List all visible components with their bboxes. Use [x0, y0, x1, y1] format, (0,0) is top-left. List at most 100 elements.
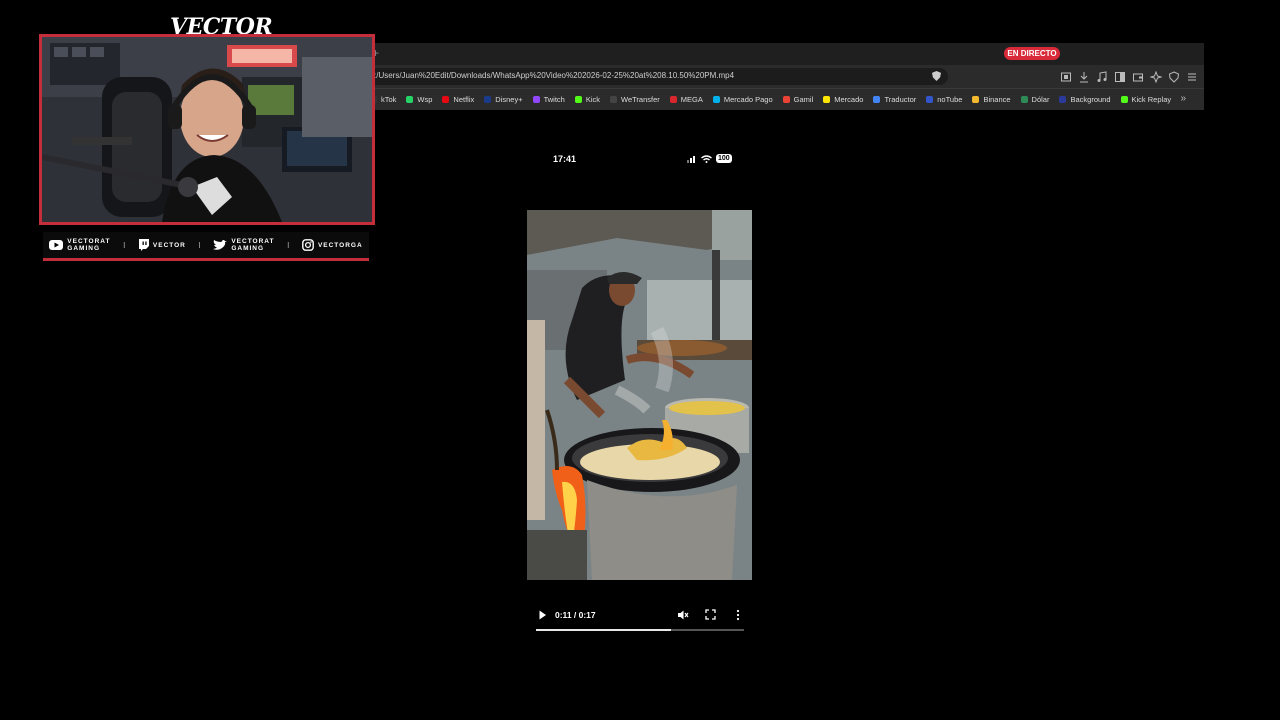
- bookmark-item[interactable]: noTube: [926, 95, 962, 104]
- bookmark-favicon-icon: [873, 96, 881, 103]
- instagram-icon: [302, 239, 314, 251]
- bookmark-label: Wsp: [417, 95, 433, 104]
- fullscreen-icon[interactable]: [705, 609, 716, 620]
- video-frame[interactable]: [527, 210, 752, 580]
- bookmark-item[interactable]: Mercado Pago: [712, 95, 773, 104]
- bookmark-favicon-icon: [1120, 96, 1128, 103]
- separator: I: [123, 240, 126, 250]
- bookmarks-overflow-button[interactable]: »: [1180, 93, 1186, 104]
- bookmark-favicon-icon: [1059, 96, 1067, 103]
- bookmark-favicon-icon: [484, 96, 492, 103]
- bookmark-item[interactable]: Dólar: [1020, 95, 1050, 104]
- social-youtube-line1: VECTORAT: [67, 238, 111, 245]
- bookmark-item[interactable]: Kick Replay: [1120, 95, 1172, 104]
- social-twitch-handle: VECTOR: [152, 241, 186, 249]
- browser-window: + EN DIRECTO :/Users/Juan%20Edit/Downloa…: [370, 43, 1204, 110]
- live-badge: EN DIRECTO: [1004, 47, 1060, 60]
- menu-icon[interactable]: [1186, 70, 1198, 82]
- bookmark-label: MEGA: [680, 95, 703, 104]
- bookmark-favicon-icon: [574, 96, 582, 103]
- bookmark-favicon-icon: [610, 96, 618, 103]
- bookmark-favicon-icon: [1020, 96, 1028, 103]
- separator: I: [287, 240, 290, 250]
- bookmark-favicon-icon: [669, 96, 677, 103]
- bookmark-item[interactable]: Background: [1059, 95, 1111, 104]
- social-twitter-line1: VECTORAT: [231, 238, 275, 245]
- video-progress-bar[interactable]: [536, 629, 744, 631]
- bookmark-label: Disney+: [495, 95, 523, 104]
- reader-icon[interactable]: [1060, 70, 1072, 82]
- phone-status-time: 17:41: [553, 154, 577, 164]
- wifi-icon: [701, 154, 712, 163]
- bookmark-item[interactable]: Twitch: [532, 95, 565, 104]
- webcam-feed: [39, 34, 375, 225]
- separator: I: [198, 240, 201, 250]
- social-instagram-handle: VECTORGA: [317, 241, 363, 249]
- bookmark-item[interactable]: WeTransfer: [610, 95, 660, 104]
- download-icon[interactable]: [1078, 70, 1090, 83]
- bookmark-label: Kick: [585, 95, 601, 104]
- tab-strip: + EN DIRECTO: [370, 43, 1204, 65]
- play-icon[interactable]: [538, 609, 548, 621]
- bookmark-label: WeTransfer: [621, 95, 660, 104]
- bookmark-label: Background: [1070, 95, 1111, 104]
- social-youtube-line2: GAMING: [67, 245, 101, 252]
- bookmark-item[interactable]: Disney+: [484, 95, 523, 104]
- shield-icon[interactable]: [932, 71, 941, 81]
- address-bar[interactable]: :/Users/Juan%20Edit/Downloads/WhatsApp%2…: [370, 68, 948, 85]
- social-twitch: VECTOR: [138, 239, 186, 251]
- url-text: :/Users/Juan%20Edit/Downloads/WhatsApp%2…: [374, 71, 735, 80]
- bookmark-favicon-icon: [926, 96, 934, 103]
- webcam-image: [42, 37, 372, 222]
- bookmark-favicon-icon: [712, 96, 720, 103]
- sidebar-icon[interactable]: [1114, 70, 1126, 82]
- bookmark-item[interactable]: Wsp: [406, 95, 432, 104]
- bookmark-label: noTube: [937, 95, 963, 104]
- bookmark-item[interactable]: Mercado: [823, 95, 863, 104]
- bookmark-item[interactable]: Netflix: [442, 95, 474, 104]
- bookmark-label: Mercado Pago: [723, 95, 773, 104]
- social-twitter-line2: GAMING: [231, 245, 265, 252]
- bookmark-favicon-icon: [532, 96, 540, 103]
- phone-status-icons: 100: [687, 154, 732, 163]
- muted-speaker-icon[interactable]: [677, 609, 689, 621]
- video-progress-fill: [536, 629, 672, 631]
- bookmark-label: Kick Replay: [1131, 95, 1172, 104]
- bookmark-item[interactable]: Binance: [972, 95, 1011, 104]
- video-time: 0:11 / 0:17: [555, 610, 596, 620]
- bookmark-favicon-icon: [442, 96, 450, 103]
- twitter-icon: [213, 239, 228, 250]
- social-twitter: VECTORAT GAMING: [213, 238, 274, 252]
- wallet-icon[interactable]: [1132, 70, 1144, 82]
- battery-indicator: 100: [716, 154, 732, 163]
- bookmark-favicon-icon: [823, 96, 831, 103]
- bookmark-favicon-icon: [782, 96, 790, 103]
- bookmark-favicon-icon: [972, 96, 980, 103]
- browser-toolbar: :/Users/Juan%20Edit/Downloads/WhatsApp%2…: [370, 65, 1204, 88]
- more-options-icon[interactable]: [735, 609, 741, 621]
- bookmark-label: Mercado: [834, 95, 864, 104]
- bookmark-item[interactable]: Traductor: [873, 95, 916, 104]
- social-youtube: VECTORAT GAMING: [49, 238, 110, 252]
- bookmark-label: Binance: [983, 95, 1011, 104]
- bookmark-item[interactable]: MEGA: [669, 95, 703, 104]
- video-controls: 0:11 / 0:17: [536, 606, 744, 632]
- bookmark-label: Traductor: [884, 95, 917, 104]
- bookmark-item[interactable]: Kick: [574, 95, 601, 104]
- twitch-icon: [138, 239, 149, 251]
- music-icon[interactable]: [1096, 70, 1108, 82]
- vpn-icon[interactable]: [1168, 70, 1180, 83]
- youtube-icon: [49, 240, 64, 250]
- bookmark-item[interactable]: Gamil: [782, 95, 814, 104]
- bookmark-favicon-icon: [406, 96, 414, 103]
- signal-icon: [687, 155, 695, 163]
- social-bar: VECTORAT GAMING I VECTOR I VECTORAT GAMING…: [43, 232, 369, 261]
- bookmark-label: kTok: [381, 95, 397, 104]
- bookmark-label: Twitch: [543, 95, 565, 104]
- video-image: [527, 210, 752, 580]
- social-instagram: VECTORGA: [302, 239, 363, 251]
- leo-ai-icon[interactable]: [1149, 70, 1163, 84]
- bookmark-label: Netflix: [453, 95, 475, 104]
- bookmark-label: Gamil: [793, 95, 814, 104]
- bookmark-label: Dólar: [1031, 95, 1050, 104]
